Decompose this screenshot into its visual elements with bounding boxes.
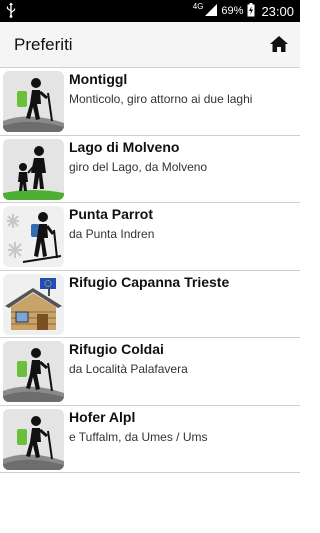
favorite-subtitle: giro del Lago, da Molveno <box>69 159 208 174</box>
page-title: Preferiti <box>14 35 73 54</box>
favorite-item[interactable]: Rifugio Capanna Trieste <box>0 271 300 338</box>
favorites-list: Montiggl Monticolo, giro attorno ai due … <box>0 68 300 473</box>
home-icon <box>270 36 288 52</box>
network-type: 4G <box>192 2 204 11</box>
favorite-item[interactable]: Montiggl Monticolo, giro attorno ai due … <box>0 68 300 136</box>
status-bar: 4G 69% 23:00 <box>0 0 300 22</box>
family-walk-icon <box>3 138 64 200</box>
favorite-title: Rifugio Coldai <box>69 341 164 357</box>
signal-icon <box>205 3 218 19</box>
favorite-subtitle: da Punta Indren <box>69 227 155 241</box>
battery-percent: 69% <box>221 5 244 17</box>
favorite-item[interactable]: Punta Parrot da Punta Indren <box>0 203 300 271</box>
favorite-item[interactable]: Rifugio Coldai da Località Palafavera <box>0 338 300 406</box>
clock: 23:00 <box>261 3 294 19</box>
ski-tour-icon <box>3 206 64 267</box>
favorite-title: Rifugio Capanna Trieste <box>69 273 230 290</box>
favorite-subtitle: e Tuffalm, da Umes / Ums <box>69 429 208 444</box>
battery-charging-icon <box>247 2 255 20</box>
usb-icon <box>6 2 16 23</box>
favorite-title: Lago di Molveno <box>69 138 180 155</box>
home-button[interactable] <box>268 33 290 55</box>
hiker-icon <box>3 408 64 470</box>
hiker-icon <box>3 71 64 132</box>
favorite-title: Punta Parrot <box>69 206 154 222</box>
app-bar: Preferiti <box>0 22 300 68</box>
favorite-item[interactable]: Hofer Alpl e Tuffalm, da Umes / Ums <box>0 406 300 473</box>
favorite-title: Hofer Alpl <box>69 408 136 425</box>
favorite-subtitle: Monticolo, giro attorno ai due laghi <box>69 92 253 106</box>
favorite-item[interactable]: Lago di Molveno giro del Lago, da Molven… <box>0 136 300 203</box>
hiker-icon <box>3 341 64 402</box>
hut-icon <box>3 273 64 335</box>
favorite-title: Montiggl <box>69 71 128 87</box>
favorite-subtitle: da Località Palafavera <box>69 362 188 376</box>
